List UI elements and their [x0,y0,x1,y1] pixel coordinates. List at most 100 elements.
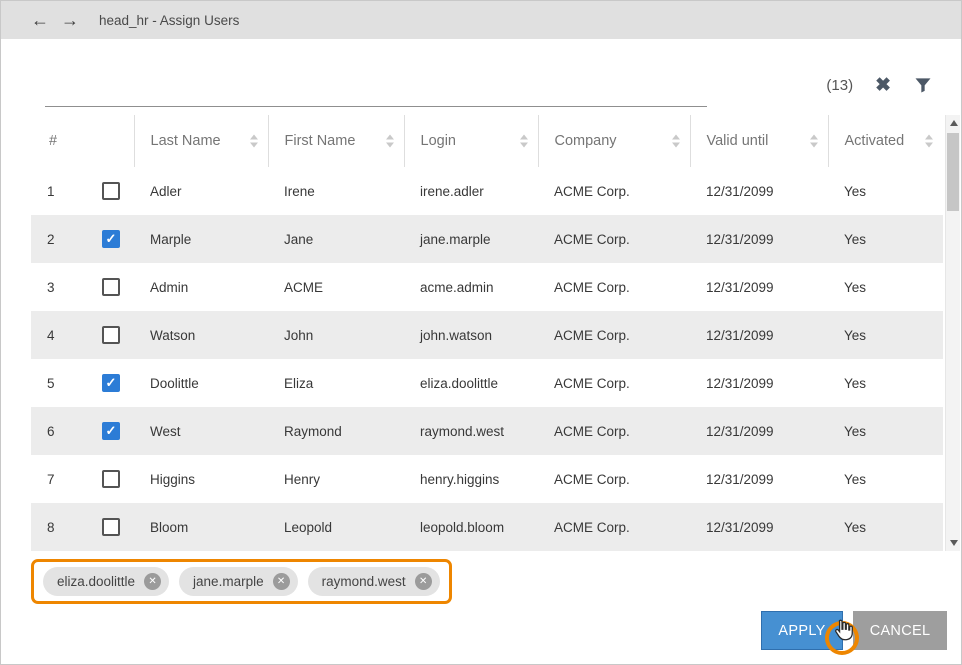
back-arrow-icon[interactable]: ← [31,11,49,29]
sort-icon[interactable] [250,135,258,148]
cell-row-number: 5✓ [31,359,134,407]
filter-bar: (13) ✖ [45,63,933,107]
cell-company: ACME Corp. [538,167,690,215]
column-header[interactable]: Last Name [134,115,268,167]
cell-first-name: Jane [268,215,404,263]
cell-first-name: John [268,311,404,359]
footer-actions: APPLY CANCEL [761,611,947,650]
row-checkbox[interactable] [102,518,120,536]
sort-icon[interactable] [925,135,933,148]
cell-last-name: West [134,407,268,455]
cell-login: irene.adler [404,167,538,215]
row-checkbox[interactable]: ✓ [102,422,120,440]
cell-login: raymond.west [404,407,538,455]
table-row[interactable]: 4WatsonJohnjohn.watsonACME Corp.12/31/20… [31,311,943,359]
cell-company: ACME Corp. [538,503,690,551]
column-header-label: First Name [285,133,356,149]
table-row[interactable]: 3AdminACMEacme.adminACME Corp.12/31/2099… [31,263,943,311]
table-scrollbar[interactable] [945,115,960,551]
chip-remove-icon[interactable]: ✕ [415,573,432,590]
cell-last-name: Marple [134,215,268,263]
table-row[interactable]: 8BloomLeopoldleopold.bloomACME Corp.12/3… [31,503,943,551]
cell-row-number: 4 [31,311,134,359]
row-number: 3 [47,280,84,295]
chip-label: eliza.doolittle [57,574,135,589]
cell-valid-until: 12/31/2099 [690,263,828,311]
filter-funnel-icon[interactable] [913,75,933,95]
cell-valid-until: 12/31/2099 [690,407,828,455]
apply-button[interactable]: APPLY [761,611,843,650]
cell-last-name: Higgins [134,455,268,503]
row-number: 2 [47,232,84,247]
cell-login: eliza.doolittle [404,359,538,407]
table-row[interactable]: 6✓WestRaymondraymond.westACME Corp.12/31… [31,407,943,455]
column-header-label: Company [555,133,617,149]
cell-activated: Yes [828,215,943,263]
scroll-up-button[interactable] [946,115,961,131]
cell-company: ACME Corp. [538,311,690,359]
scroll-down-button[interactable] [946,535,961,551]
cell-row-number: 1 [31,167,134,215]
row-checkbox[interactable] [102,326,120,344]
cell-valid-until: 12/31/2099 [690,359,828,407]
row-checkbox[interactable]: ✓ [102,230,120,248]
cell-last-name: Bloom [134,503,268,551]
sort-icon[interactable] [520,135,528,148]
cell-first-name: ACME [268,263,404,311]
selected-users-chips: eliza.doolittle✕jane.marple✕raymond.west… [31,559,452,604]
cell-activated: Yes [828,167,943,215]
column-header-label: Activated [845,133,905,149]
dialog-topbar: ← → head_hr - Assign Users [1,1,961,39]
column-header[interactable]: Login [404,115,538,167]
result-count: (13) [826,77,853,94]
chip-remove-icon[interactable]: ✕ [273,573,290,590]
row-checkbox[interactable] [102,278,120,296]
column-header[interactable]: Company [538,115,690,167]
cell-valid-until: 12/31/2099 [690,311,828,359]
column-header[interactable]: Valid until [690,115,828,167]
column-header-label: Valid until [707,133,769,149]
cell-row-number: 8 [31,503,134,551]
row-checkbox[interactable] [102,182,120,200]
column-header-label: # [49,133,57,149]
cell-last-name: Watson [134,311,268,359]
cell-activated: Yes [828,503,943,551]
table-body: 1AdlerIreneirene.adlerACME Corp.12/31/20… [31,167,943,551]
row-number: 8 [47,520,84,535]
row-number: 7 [47,472,84,487]
sort-icon[interactable] [672,135,680,148]
column-header[interactable]: Activated [828,115,943,167]
scroll-up-icon [950,120,958,126]
scrollbar-thumb[interactable] [947,133,959,211]
row-checkbox[interactable]: ✓ [102,374,120,392]
cell-first-name: Eliza [268,359,404,407]
cell-company: ACME Corp. [538,359,690,407]
table-row[interactable]: 2✓MarpleJanejane.marpleACME Corp.12/31/2… [31,215,943,263]
forward-arrow-icon[interactable]: → [61,11,79,29]
row-checkbox[interactable] [102,470,120,488]
selected-user-chip: jane.marple✕ [179,567,298,596]
table-row[interactable]: 7HigginsHenryhenry.higginsACME Corp.12/3… [31,455,943,503]
cell-last-name: Doolittle [134,359,268,407]
cell-login: acme.admin [404,263,538,311]
cell-row-number: 2✓ [31,215,134,263]
column-header: # [31,115,134,167]
cell-login: john.watson [404,311,538,359]
sort-icon[interactable] [810,135,818,148]
sort-icon[interactable] [386,135,394,148]
row-number: 1 [47,184,84,199]
filter-input[interactable] [45,63,707,107]
column-header[interactable]: First Name [268,115,404,167]
cell-first-name: Henry [268,455,404,503]
column-header-label: Last Name [151,133,221,149]
chip-remove-icon[interactable]: ✕ [144,573,161,590]
cancel-button[interactable]: CANCEL [853,611,947,650]
clear-filter-icon[interactable]: ✖ [875,76,891,95]
cell-valid-until: 12/31/2099 [690,455,828,503]
cell-login: jane.marple [404,215,538,263]
cell-activated: Yes [828,407,943,455]
table-row[interactable]: 1AdlerIreneirene.adlerACME Corp.12/31/20… [31,167,943,215]
dialog-title: head_hr - Assign Users [99,13,239,28]
table-row[interactable]: 5✓DoolittleElizaeliza.doolittleACME Corp… [31,359,943,407]
filter-controls: (13) ✖ [826,75,933,95]
